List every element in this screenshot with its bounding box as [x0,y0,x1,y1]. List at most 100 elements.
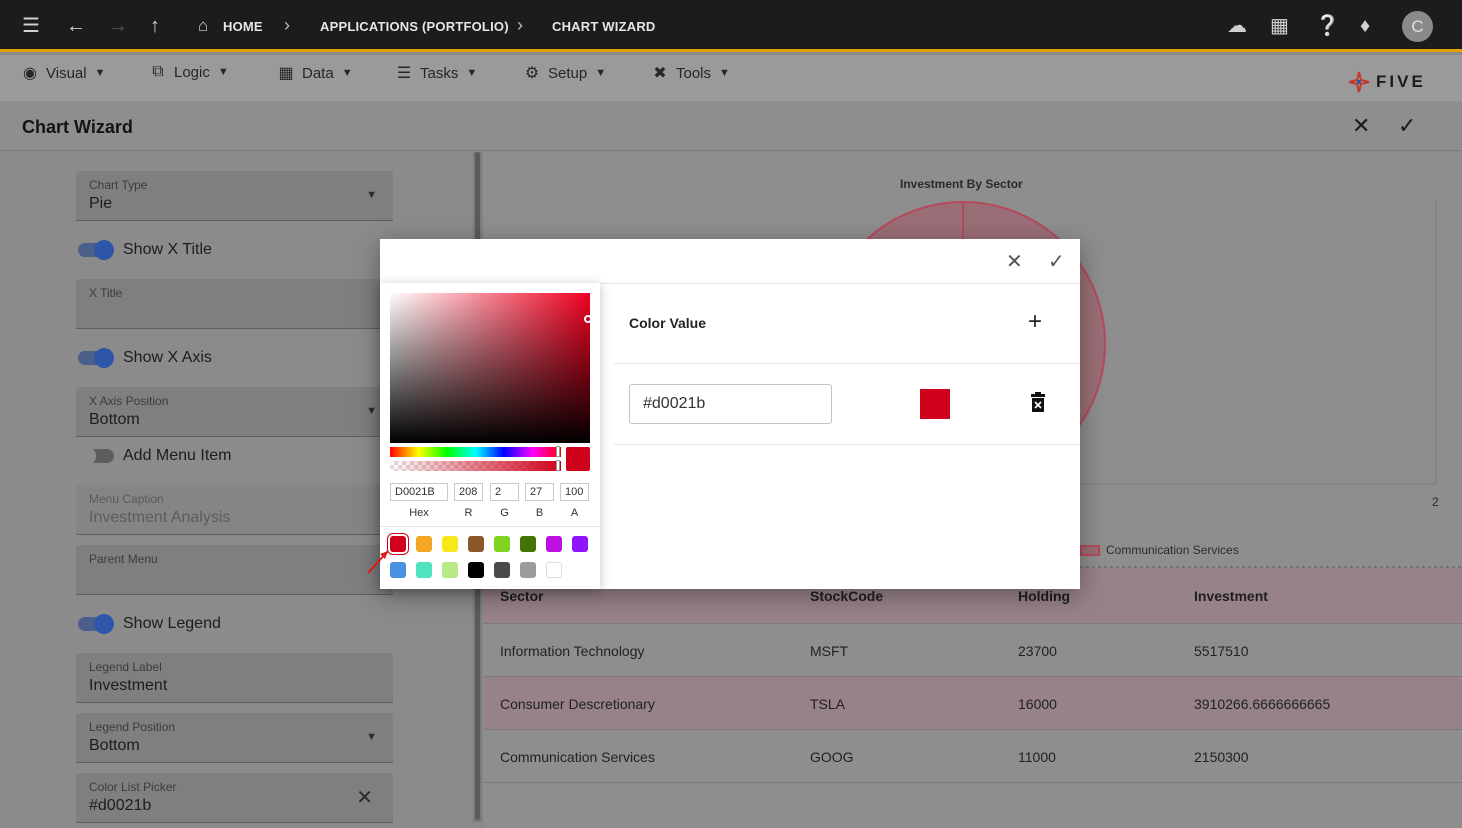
preset-color-swatch[interactable] [546,562,562,578]
preset-color-swatch[interactable] [520,562,536,578]
preset-color-swatch[interactable] [494,536,510,552]
delete-icon[interactable] [1031,392,1045,412]
breadcrumb-separator-icon: › [284,15,290,35]
hue-slider[interactable] [390,447,561,457]
preset-color-swatch[interactable] [572,536,588,552]
add-menu-item-toggle[interactable] [76,446,114,466]
cloud-check-icon[interactable]: ☁ [1227,14,1247,38]
show-x-title-label: Show X Title [123,241,212,258]
parent-menu-field[interactable]: Parent Menu [76,545,393,595]
column-header[interactable]: Sector [500,588,544,604]
table-row[interactable]: Communication Services GOOG 11000 215030… [484,730,1462,783]
caret-down-icon: ▼ [217,66,229,78]
legend-label: Communication Services [1106,543,1239,557]
blue-input[interactable]: 27 [525,483,554,501]
library-icon[interactable]: ▦ [1270,14,1289,38]
legend-position-select[interactable]: Legend Position Bottom ▼ [76,713,393,763]
x-title-field[interactable]: X Title [76,279,393,329]
preset-color-swatch[interactable] [442,562,458,578]
menu-caption-field[interactable]: Menu Caption Investment Analysis [76,485,393,535]
parent-menu-label: Parent Menu [89,552,158,566]
preset-color-swatch[interactable] [468,536,484,552]
dropdown-arrow-icon: ▼ [366,731,377,743]
table-cell: TSLA [810,696,846,712]
color-swatch-button[interactable] [920,389,950,419]
data-table: Sector StockCode Holding Investment Info… [484,568,1462,783]
show-x-axis-toggle[interactable] [78,348,114,368]
table-row[interactable]: Information Technology MSFT 23700 551751… [484,624,1462,677]
clear-icon[interactable]: ✕ [356,785,373,810]
dialog-confirm-icon[interactable]: ✓ [1048,249,1065,274]
hex-color-input[interactable] [629,384,832,424]
column-header[interactable]: Investment [1194,588,1268,604]
menu-visual[interactable]: ◉ Visual ▼ [20,63,105,83]
preset-color-swatch[interactable] [494,562,510,578]
color-picker-popup: D0021B 208 2 27 100 Hex R G B A [367,283,600,589]
back-arrow-icon[interactable]: ← [66,14,86,38]
bell-icon[interactable]: ♦ [1360,14,1370,38]
chart-type-label: Chart Type [89,178,148,192]
x-axis-position-select[interactable]: X Axis Position Bottom ▼ [76,387,393,437]
caret-down-icon: ▼ [719,67,730,79]
caret-down-icon: ▼ [595,67,607,79]
breadcrumb-chart-wizard[interactable]: CHART WIZARD [552,19,656,34]
green-input[interactable]: 2 [490,483,519,501]
close-icon[interactable]: ✕ [1352,113,1370,139]
forward-arrow-icon[interactable]: → [108,14,128,38]
menu-data-label: Data [302,64,334,82]
red-input[interactable]: 208 [454,483,483,501]
check-icon[interactable]: ✓ [1398,113,1416,139]
show-x-title-toggle[interactable] [78,240,114,260]
table-icon: ▦ [278,65,294,82]
menu-tools[interactable]: ✖ Tools ▼ [650,63,730,83]
alpha-input[interactable]: 100 [560,483,589,501]
table-row[interactable]: Consumer Descretionary TSLA 16000 391026… [484,677,1462,730]
blue-label: B [535,507,544,519]
preset-color-swatch[interactable] [468,562,484,578]
chart-type-select[interactable]: Chart Type Pie ▼ [76,171,393,221]
preset-color-swatch[interactable] [520,536,536,552]
help-icon[interactable]: ❔ [1315,14,1340,38]
x-axis-position-label: X Axis Position [89,394,169,408]
color-list-picker-value: #d0021b [89,797,152,814]
divider [613,363,1080,364]
menu-data[interactable]: ▦ Data ▼ [276,63,352,83]
alpha-slider[interactable] [390,461,561,471]
saturation-cursor[interactable] [584,315,592,323]
menu-setup[interactable]: ⚙ Setup ▼ [522,63,606,83]
column-header[interactable]: StockCode [810,588,883,604]
color-list-picker-field[interactable]: Color List Picker #d0021b ✕ [76,773,393,823]
show-legend-toggle[interactable] [78,614,114,634]
table-cell: Information Technology [500,643,645,659]
menu-caption-label: Menu Caption [89,492,164,506]
column-header[interactable]: Holding [1018,588,1070,604]
breadcrumb-home[interactable]: HOME [223,19,263,34]
dialog-close-icon[interactable]: ✕ [1006,249,1023,274]
alpha-slider-thumb[interactable] [556,460,560,471]
menu-tasks[interactable]: ☰ Tasks ▼ [394,63,477,83]
avatar[interactable]: C [1402,11,1433,42]
hue-slider-thumb[interactable] [556,446,560,457]
breadcrumb-applications[interactable]: APPLICATIONS (PORTFOLIO) [320,19,509,34]
preset-color-swatch[interactable] [442,536,458,552]
add-color-icon[interactable]: + [1028,310,1042,334]
red-label: R [464,507,473,519]
color-value-label: Color Value [629,315,707,331]
legend-label-field[interactable]: Legend Label Investment [76,653,393,703]
caret-down-icon: ▼ [94,67,106,79]
menu-logic-label: Logic [174,63,210,81]
five-logo: FIVE [1348,71,1426,93]
preset-color-swatch[interactable] [416,562,432,578]
menu-bar: ◉ Visual ▼ ⧉ Logic ▼ ▦ Data ▼ ☰ Tasks ▼ … [0,55,1462,101]
preset-color-swatch[interactable] [546,536,562,552]
hex-input[interactable]: D0021B [390,483,448,501]
preset-color-swatch[interactable] [416,536,432,552]
menu-logic[interactable]: ⧉ Logic ▼ [148,63,229,81]
home-icon[interactable]: ⌂ [198,14,208,38]
saturation-area[interactable] [390,293,590,443]
table-cell: 2150300 [1194,749,1249,765]
table-cell: GOOG [810,749,854,765]
up-arrow-icon[interactable]: ↑ [150,14,160,38]
hamburger-icon[interactable]: ☰ [22,14,40,38]
menu-tasks-label: Tasks [420,64,459,82]
